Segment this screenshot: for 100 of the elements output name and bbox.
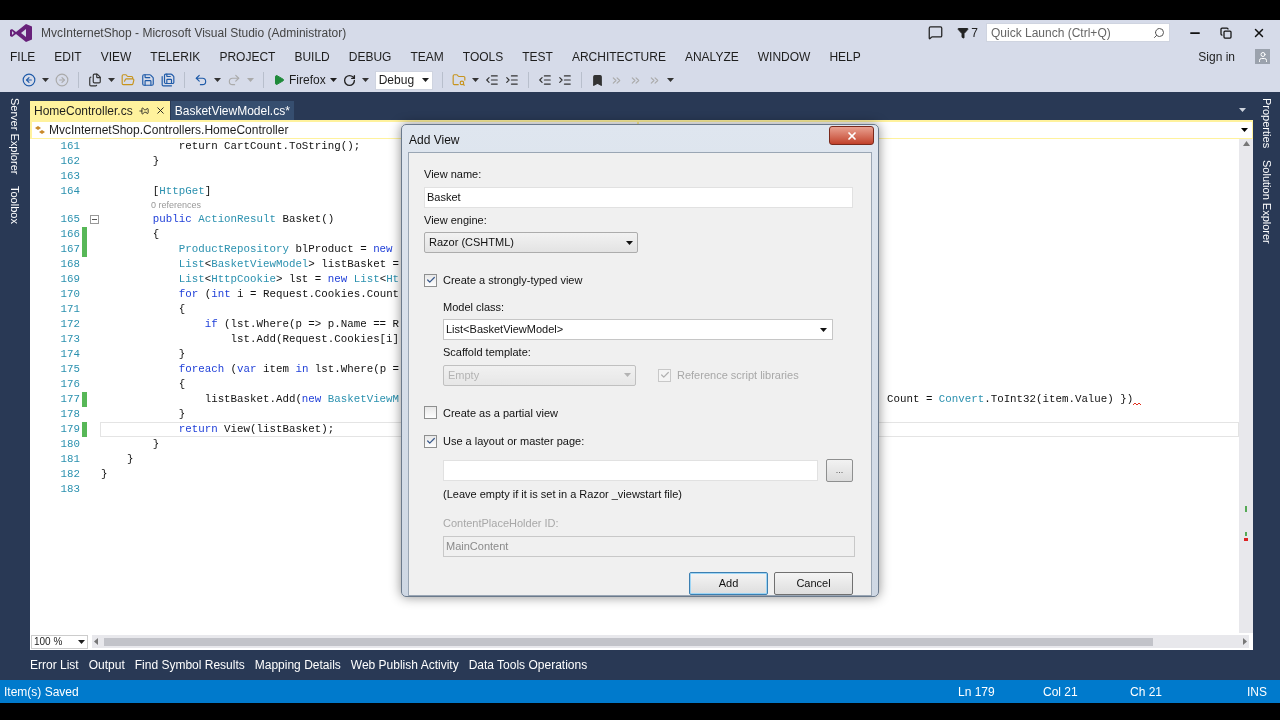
tool-window-tab[interactable]: Find Symbol Results: [134, 656, 245, 674]
view-name-label: View name:: [424, 167, 483, 182]
line-number: 166: [59, 227, 80, 242]
layout-label: Use a layout or master page:: [443, 434, 585, 449]
menu-item[interactable]: EDIT: [54, 47, 82, 66]
side-tab[interactable]: Server Explorer: [6, 98, 24, 175]
visual-studio-logo: [10, 23, 32, 42]
line-number: 175: [59, 362, 80, 377]
code-line: }: [177, 408, 186, 421]
undo-icon[interactable]: [194, 73, 208, 87]
code-line: if (lst.Where(p => p.Name == R: [203, 318, 400, 331]
zoom-dropdown[interactable]: 100 %: [31, 634, 88, 649]
menu-item[interactable]: DEBUG: [348, 47, 392, 66]
save-all-icon[interactable]: [161, 73, 175, 87]
save-icon[interactable]: [141, 73, 155, 87]
side-tab[interactable]: Solution Explorer: [1258, 160, 1275, 244]
char-indicator: Ch 21: [1130, 683, 1163, 701]
tool-window-tab[interactable]: Output: [88, 656, 125, 674]
indent-icon[interactable]: [504, 73, 519, 87]
menu-item[interactable]: TOOLS: [462, 47, 504, 66]
scroll-up-icon[interactable]: [1242, 141, 1250, 146]
line-number: 164: [59, 184, 80, 199]
vertical-scrollbar[interactable]: [1239, 139, 1253, 633]
strongly-typed-checkbox[interactable]: [424, 273, 437, 287]
line-number: 170: [59, 287, 80, 302]
filter-icon[interactable]: [957, 26, 970, 39]
partial-view-checkbox[interactable]: [424, 406, 437, 420]
caret-icon: [247, 78, 254, 82]
horizontal-scrollbar[interactable]: [92, 635, 1249, 648]
caret-icon: [1239, 108, 1246, 112]
document-tab[interactable]: HomeController.cs: [30, 101, 170, 120]
back-icon[interactable]: [22, 73, 36, 87]
caret-icon: [42, 78, 49, 82]
close-button[interactable]: [829, 126, 874, 145]
line-number: 174: [59, 347, 80, 362]
quick-launch-field[interactable]: Quick Launch (Ctrl+Q): [986, 23, 1170, 42]
close-tab-icon[interactable]: [154, 105, 166, 116]
browse-button[interactable]: ...: [826, 458, 853, 482]
pin-icon[interactable]: [138, 105, 149, 116]
side-tab[interactable]: Toolbox: [6, 186, 24, 225]
line-number: 180: [59, 437, 80, 452]
menu-item[interactable]: PROJECT: [219, 47, 276, 66]
line-number: 161: [59, 139, 80, 154]
restore-icon[interactable]: [1220, 26, 1232, 39]
code-line: foreach (var item in lst.Where(p =: [177, 363, 400, 376]
caret-icon: [108, 78, 115, 82]
tool-window-tab[interactable]: Mapping Details: [254, 656, 341, 674]
line-number: 178: [59, 407, 80, 422]
dialog-button[interactable]: Add: [689, 571, 768, 595]
scroll-right-icon[interactable]: [1243, 638, 1247, 645]
menu-item[interactable]: FILE: [10, 47, 36, 66]
feedback-icon[interactable]: [928, 25, 944, 40]
tool-window-tab[interactable]: Web Publish Activity: [350, 656, 459, 674]
menu-item[interactable]: ANALYZE: [684, 47, 739, 66]
caret-icon: [1241, 128, 1248, 132]
sign-in-link[interactable]: Sign in: [1198, 47, 1235, 66]
line-number: 163: [59, 169, 80, 184]
caret-icon: [329, 78, 337, 82]
menu-item[interactable]: ARCHITECTURE: [571, 47, 666, 66]
collapse-icon[interactable]: [90, 215, 99, 224]
code-line: }: [101, 468, 108, 481]
line-number: 177: [59, 392, 80, 407]
dialog-button[interactable]: Cancel: [774, 571, 853, 595]
menu-item[interactable]: VIEW: [100, 47, 132, 66]
tool-window-tab[interactable]: Error List: [30, 656, 79, 674]
code-line: {: [177, 303, 186, 316]
scroll-left-icon[interactable]: [94, 638, 98, 645]
line-number: 168: [59, 257, 80, 272]
side-tab[interactable]: Properties: [1258, 98, 1275, 149]
caret-icon: [421, 78, 429, 82]
menu-item[interactable]: WINDOW: [757, 47, 811, 66]
outdent-icon[interactable]: [484, 73, 499, 87]
menu-item[interactable]: TEAM: [410, 47, 444, 66]
layout-hint: (Leave empty if it is set in a Razor _viewstart file): [443, 486, 684, 502]
tool-window-tab[interactable]: Data Tools Operations: [468, 656, 588, 674]
code-line: }: [151, 155, 160, 168]
code-line: }: [151, 438, 160, 451]
menu-item[interactable]: TELERIK: [150, 47, 201, 66]
view-engine-dropdown[interactable]: Razor (CSHTML): [424, 232, 638, 253]
run-button[interactable]: Firefox: [273, 71, 337, 89]
refresh-icon[interactable]: [342, 73, 356, 87]
menu-item[interactable]: BUILD: [294, 47, 330, 66]
menu-item[interactable]: HELP: [829, 47, 861, 66]
layout-path-field[interactable]: [443, 459, 819, 481]
placeholder-id-label: ContentPlaceHolder ID:: [443, 516, 560, 531]
model-class-label: Model class:: [443, 299, 506, 315]
partial-view-label: Create as a partial view: [443, 405, 558, 421]
line-number: 171: [59, 302, 80, 317]
bookmark-icon[interactable]: [590, 73, 604, 87]
view-name-field[interactable]: Basket: [424, 186, 853, 208]
configuration-dropdown[interactable]: Debug: [374, 70, 433, 90]
menu-item[interactable]: TEST: [522, 47, 553, 66]
code-line: ProductRepository blProduct = new: [177, 243, 393, 256]
notification-count[interactable]: 7: [971, 23, 978, 42]
new-file-icon[interactable]: [88, 73, 102, 87]
line-number: 183: [59, 482, 80, 497]
document-tab[interactable]: BasketViewModel.cs*: [170, 101, 294, 120]
code-line: lst.Add(Request.Cookies[i]: [229, 333, 400, 346]
layout-checkbox[interactable]: [424, 434, 437, 448]
model-class-dropdown[interactable]: List<BasketViewModel>: [443, 319, 833, 340]
